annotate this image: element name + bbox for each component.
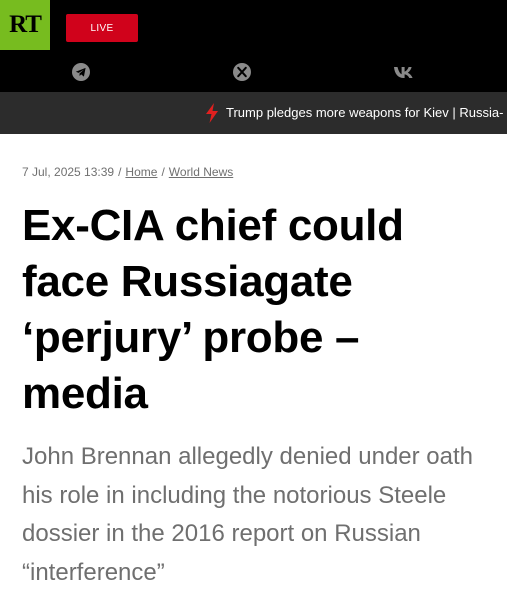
- x-icon[interactable]: [232, 62, 252, 82]
- publish-date: 7 Jul, 2025 13:39: [22, 165, 115, 179]
- telegram-icon[interactable]: [71, 62, 91, 82]
- vk-icon[interactable]: [393, 62, 415, 82]
- ticker-headline[interactable]: Trump pledges more weapons for Kiev | Ru…: [226, 105, 503, 120]
- article-meta: 7 Jul, 2025 13:39/Home / World News: [22, 165, 233, 179]
- logo-text: RT: [9, 11, 42, 38]
- breadcrumb-separator: /: [161, 165, 165, 179]
- rt-logo[interactable]: RT: [0, 0, 50, 50]
- article-summary: John Brennan allegedly denied under oath…: [22, 443, 474, 586]
- breaking-news-ticker: Trump pledges more weapons for Kiev | Ru…: [0, 92, 507, 134]
- breadcrumb-world-news-link[interactable]: World News: [169, 165, 233, 179]
- live-button[interactable]: LIVE: [66, 14, 138, 42]
- article-title: Ex-CIA chief could face Russiagate ‘perj…: [22, 201, 404, 418]
- breadcrumb-separator: /: [118, 165, 122, 179]
- breadcrumb-home-link[interactable]: Home: [125, 165, 157, 179]
- lightning-icon: [206, 103, 218, 123]
- top-navigation-bar: RT LIVE: [0, 0, 507, 92]
